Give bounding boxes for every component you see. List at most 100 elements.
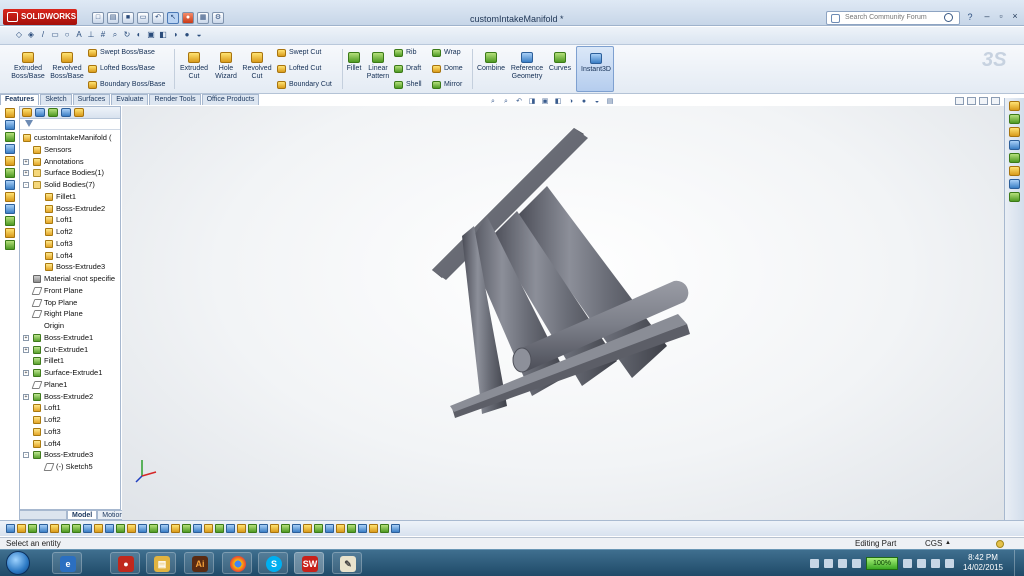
- tree-item[interactable]: + Cut-Extrude1: [20, 344, 120, 356]
- taskbar-ie[interactable]: e: [52, 552, 82, 574]
- relation-icon[interactable]: ⊥: [86, 30, 96, 40]
- tab-model[interactable]: Model: [67, 510, 98, 520]
- sketch-tool-icon[interactable]: [204, 524, 213, 533]
- zoom-to-area-icon[interactable]: ⌕: [501, 97, 511, 106]
- boundary-boss-button[interactable]: Boundary Boss/Base: [88, 80, 165, 90]
- tab-sketch[interactable]: Sketch: [40, 94, 72, 105]
- expand-icon[interactable]: +: [23, 170, 29, 177]
- sketch-tool-icon[interactable]: [160, 524, 169, 533]
- design-library-icon[interactable]: [1009, 114, 1020, 124]
- tree-item[interactable]: Loft3: [20, 238, 120, 250]
- sketch-tool-icon[interactable]: [94, 524, 103, 533]
- reference-geometry-button[interactable]: Reference Geometry: [508, 52, 546, 81]
- tray-power-icon[interactable]: [903, 558, 912, 568]
- graphics-area[interactable]: ⌕ ⌕ ↶ ◨ ▣ ◧ ◑ ● ◒ ▤: [122, 97, 1004, 520]
- display-style-icon[interactable]: ◧: [553, 97, 563, 106]
- tab-scroll-arrows[interactable]: [19, 510, 67, 520]
- sketch-tool-icon[interactable]: [116, 524, 125, 533]
- linear-pattern-button[interactable]: Linear Pattern: [364, 52, 392, 81]
- tray-wifi-icon[interactable]: [917, 558, 926, 568]
- tree-item[interactable]: Right Plane: [20, 308, 120, 320]
- combine-button[interactable]: Combine: [474, 52, 508, 73]
- tree-item[interactable]: - Boss-Extrude3: [20, 449, 120, 461]
- tab-features[interactable]: Features: [0, 94, 40, 105]
- edit-appearance-icon[interactable]: ●: [579, 97, 589, 106]
- search-icon[interactable]: [944, 13, 953, 22]
- taskbar-skype[interactable]: S: [258, 552, 288, 574]
- zoom-to-fit-icon[interactable]: ⌕: [488, 97, 498, 106]
- sketch-tool-icon[interactable]: [259, 524, 268, 533]
- tree-item[interactable]: Loft4: [20, 438, 120, 450]
- circle-icon[interactable]: ○: [62, 30, 72, 40]
- sketch-tool-icon[interactable]: [72, 524, 81, 533]
- taskbar-explorer[interactable]: ▤: [146, 552, 176, 574]
- options-gear-icon[interactable]: ⚙: [212, 12, 224, 24]
- zoom-icon[interactable]: ⌕: [110, 30, 120, 40]
- taskbar-chrome[interactable]: [222, 552, 252, 574]
- sketch-tool-icon[interactable]: [39, 524, 48, 533]
- pattern-tool-icon[interactable]: [5, 216, 15, 226]
- property-manager-tab-icon[interactable]: [35, 108, 45, 117]
- sketch-tool-icon[interactable]: [281, 524, 290, 533]
- rebuild-icon[interactable]: ●: [182, 12, 194, 24]
- feature-manager-tab-icon[interactable]: [22, 108, 32, 117]
- hole-tool-icon[interactable]: [5, 228, 15, 238]
- text-icon[interactable]: A: [74, 30, 84, 40]
- minimize-icon[interactable]: –: [982, 10, 992, 22]
- appearance-icon[interactable]: ●: [182, 30, 192, 40]
- forum-icon[interactable]: [1009, 179, 1020, 189]
- tree-item[interactable]: Plane1: [20, 379, 120, 391]
- new-document-icon[interactable]: □: [92, 12, 104, 24]
- scene-icon[interactable]: ◒: [194, 30, 204, 40]
- tab-evaluate[interactable]: Evaluate: [111, 94, 149, 105]
- tree-item[interactable]: Top Plane: [20, 297, 120, 309]
- select-arrow-icon[interactable]: ↖: [167, 12, 179, 24]
- revolved-cut-button[interactable]: Revolved Cut: [240, 52, 274, 81]
- open-folder-icon[interactable]: ▤: [107, 12, 119, 24]
- tree-item[interactable]: + Boss-Extrude2: [20, 391, 120, 403]
- start-button[interactable]: [6, 551, 30, 575]
- tree-item[interactable]: Front Plane: [20, 285, 120, 297]
- tray-volume-icon[interactable]: [931, 558, 940, 568]
- restore-icon[interactable]: ▫: [996, 10, 1006, 22]
- sketch-tool-icon[interactable]: [237, 524, 246, 533]
- tree-item[interactable]: Material <not specifie: [20, 273, 120, 285]
- close-icon[interactable]: ×: [1010, 10, 1020, 22]
- instant3d-button[interactable]: Instant3D: [576, 46, 614, 92]
- tree-item[interactable]: + Surface-Extrude1: [20, 367, 120, 379]
- sketch-tool-icon[interactable]: [193, 524, 202, 533]
- unit-system[interactable]: CGS: [925, 538, 942, 549]
- sketch-tool-icon[interactable]: [325, 524, 334, 533]
- sketch-tool-icon[interactable]: [358, 524, 367, 533]
- sketch-tool-icon[interactable]: [171, 524, 180, 533]
- tree-item[interactable]: Loft1: [20, 402, 120, 414]
- feature-tool-icon[interactable]: [5, 132, 15, 142]
- sketch-tool-icon[interactable]: [369, 524, 378, 533]
- expand-icon[interactable]: +: [23, 158, 29, 165]
- sketch-tool-icon[interactable]: [6, 524, 15, 533]
- tree-item[interactable]: Boss-Extrude2: [20, 203, 120, 215]
- tree-root[interactable]: customIntakeManifold (: [20, 132, 120, 144]
- extruded-boss-button[interactable]: Extruded Boss/Base: [8, 52, 48, 81]
- trim-tool-icon[interactable]: [5, 204, 15, 214]
- file-properties-icon[interactable]: ▦: [197, 12, 209, 24]
- viewport-close-icon[interactable]: [991, 97, 1000, 105]
- tree-item[interactable]: + Boss-Extrude1: [20, 332, 120, 344]
- tree-filter[interactable]: [20, 119, 120, 130]
- undo-icon[interactable]: ↶: [152, 12, 164, 24]
- tray-app-icon[interactable]: [852, 558, 861, 568]
- tree-item[interactable]: Fillet1: [20, 355, 120, 367]
- search-input[interactable]: Search Community Forum: [826, 11, 960, 25]
- solidworks-resources-icon[interactable]: [1009, 101, 1020, 111]
- sketch-tool-icon[interactable]: [61, 524, 70, 533]
- apply-scene-icon[interactable]: ◒: [592, 97, 602, 106]
- tray-flag-icon[interactable]: [945, 558, 954, 568]
- tree-item[interactable]: Loft2: [20, 414, 120, 426]
- line-icon[interactable]: /: [38, 30, 48, 40]
- section-view-icon[interactable]: ◐: [134, 30, 144, 40]
- sketch-tool-icon[interactable]: [336, 524, 345, 533]
- help-icon[interactable]: ?: [964, 12, 976, 24]
- sketch-tool-icon[interactable]: [270, 524, 279, 533]
- tree-item[interactable]: Loft4: [20, 250, 120, 262]
- wrap-button[interactable]: Wrap: [432, 48, 461, 58]
